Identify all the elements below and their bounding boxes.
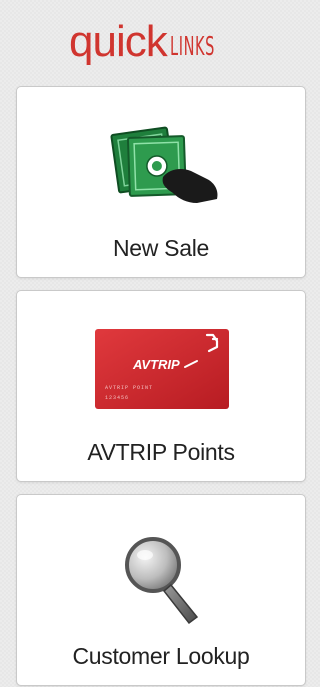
money-hand-icon xyxy=(110,126,218,203)
card-line2-text: 123456 xyxy=(105,395,129,401)
customer-lookup-label: Customer Lookup xyxy=(72,643,250,669)
avtrip-points-label: AVTRIP Points xyxy=(87,439,235,465)
card-line1-text: AVTRIP POINT xyxy=(105,385,153,391)
logo-quick-text: quick xyxy=(69,17,168,66)
new-sale-label: New Sale xyxy=(112,235,210,261)
logo-links-text: LINKS xyxy=(169,32,215,62)
avtrip-card-icon: AVTRIP AVTRIP POINT 123456 xyxy=(95,329,229,409)
customer-lookup-card[interactable]: Customer Lookup xyxy=(16,494,306,686)
card-brand-text: AVTRIP xyxy=(132,357,180,372)
new-sale-card[interactable]: New Sale xyxy=(16,86,306,278)
magnifying-glass-icon xyxy=(125,537,199,625)
quicklinks-logo: quick LINKS xyxy=(69,14,242,64)
avtrip-points-card[interactable]: AVTRIP AVTRIP POINT 123456 AVTRIP Points xyxy=(16,290,306,482)
quicklinks-header: quick LINKS xyxy=(0,0,308,80)
